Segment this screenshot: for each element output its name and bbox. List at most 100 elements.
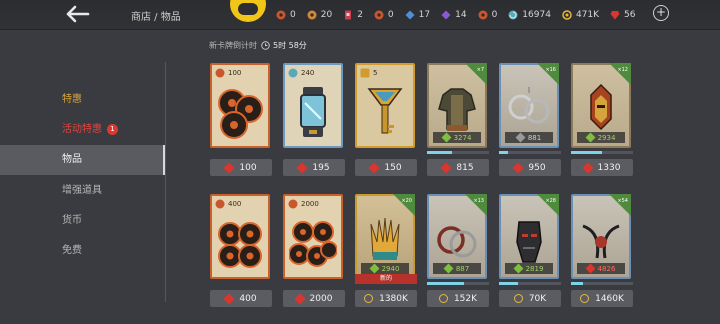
shop-item-card-chain-rings[interactable]: ×16 881 — [499, 63, 559, 148]
power-icon — [369, 263, 380, 274]
top-bar: 商店 / 物品 0 20 2 0 17 14 0 16974 471K 56 + — [0, 0, 720, 30]
currency-orb[interactable]: 16974 — [508, 10, 551, 20]
currency-value: 471K — [575, 10, 600, 20]
sidebar-item-label: 免费 — [62, 245, 82, 256]
power-value: 2819 — [525, 264, 544, 273]
shop-item-card-helmet[interactable]: ×12 2934 — [571, 63, 631, 148]
item-power: 4826 — [577, 263, 625, 274]
currency-value: 2 — [357, 10, 363, 20]
add-currency-button[interactable]: + — [653, 5, 669, 21]
token-stack-icon — [218, 222, 262, 268]
bronze-token-icon — [288, 199, 298, 209]
card-ticket-icon — [345, 10, 352, 20]
progress-fill — [427, 282, 465, 285]
price-label: 100 — [239, 162, 257, 173]
tag-count: ×13 — [473, 198, 484, 204]
currency-value: 56 — [624, 10, 636, 20]
sidebar-item-boosters[interactable]: 增强道具 — [0, 176, 165, 206]
currency-orange-token[interactable]: 0 — [478, 10, 497, 20]
currency-silver[interactable]: 20 — [307, 10, 332, 20]
timer-label: 新卡牌倒计时 — [209, 41, 257, 50]
item-power: 2819 — [505, 263, 553, 274]
sidebar-item-event-offers[interactable]: 活动特惠 1 — [0, 115, 165, 145]
shop-item-card-mask[interactable]: ×28 2819 — [499, 194, 559, 279]
shop-item-card-bronze-tokens-400[interactable]: 400 — [210, 194, 270, 279]
clock-icon — [261, 41, 270, 50]
coin-icon — [438, 294, 448, 303]
currency-bronze[interactable]: 0 — [276, 10, 296, 20]
buy-button[interactable]: 400 — [210, 290, 272, 307]
purple-shard-icon — [441, 10, 451, 20]
shop-item-card-energy-capsule[interactable]: 240 — [283, 63, 343, 148]
silver-token-icon — [307, 10, 317, 20]
sidebar-item-label: 货币 — [62, 215, 82, 226]
coin-icon — [513, 294, 523, 303]
item-quantity: 5 — [360, 68, 377, 78]
quantity-value: 400 — [228, 200, 242, 208]
sidebar-item-special-offers[interactable]: 特惠 — [0, 85, 165, 115]
buy-button[interactable]: 950 — [499, 159, 561, 176]
sidebar-divider — [165, 62, 166, 302]
coin-icon — [580, 294, 590, 303]
power-value: 3274 — [453, 133, 472, 142]
ruby-gem-icon — [368, 161, 381, 174]
item-quantity: 2000 — [288, 199, 319, 209]
buy-button[interactable]: 150 — [355, 159, 417, 176]
buy-button[interactable]: 100 — [210, 159, 272, 176]
currency-gold-token[interactable]: 0 — [374, 10, 394, 20]
buy-button[interactable]: 152K — [427, 290, 489, 307]
currency-card[interactable]: 2 — [343, 10, 363, 20]
quantity-value: 100 — [228, 69, 242, 77]
power-icon — [443, 263, 454, 274]
currency-blue-shard[interactable]: 17 — [405, 10, 430, 20]
buy-button[interactable]: 1330 — [571, 159, 633, 176]
shop-item-card-armor[interactable]: ×7 3274 — [427, 63, 487, 148]
currency-ruby[interactable]: 56 — [610, 10, 635, 20]
bronze-token-icon — [215, 68, 225, 78]
ruby-gem-icon — [440, 161, 453, 174]
back-arrow-icon[interactable] — [64, 4, 90, 24]
currency-coin[interactable]: 471K — [562, 10, 599, 20]
spiral-orb-icon — [508, 10, 518, 20]
buy-button[interactable]: 2000 — [283, 290, 345, 307]
tag-count: ×12 — [617, 67, 628, 73]
tag-count: ×16 — [545, 67, 556, 73]
buy-button[interactable]: 195 — [283, 159, 345, 176]
quantity-value: 2000 — [301, 200, 319, 208]
shop-item-card-chakram-rings[interactable]: ×13 887 — [427, 194, 487, 279]
shop-item-card-feather-crown[interactable]: ×20 2940 — [355, 194, 415, 279]
buy-button[interactable]: 1380K — [355, 290, 417, 307]
sidebar-item-label: 特惠 — [62, 94, 82, 105]
shop-item-card-bronze-tokens-2000[interactable]: 2000 — [283, 194, 343, 279]
currency-purple-shard[interactable]: 14 — [441, 10, 467, 20]
tag-count: ×28 — [545, 198, 556, 204]
power-icon — [513, 263, 524, 274]
sidebar-item-label: 增强道具 — [62, 185, 102, 196]
upgrade-progress-bar — [571, 151, 633, 154]
buy-button[interactable]: 815 — [427, 159, 489, 176]
price-label: 70K — [528, 293, 547, 304]
shop-item-card-claws[interactable]: ×54 4826 — [571, 194, 631, 279]
orange-token-icon — [478, 10, 488, 20]
power-icon — [585, 132, 596, 143]
upgrade-progress-bar — [571, 282, 633, 285]
shop-item-card-bronze-tokens[interactable]: 100 — [210, 63, 270, 148]
sidebar-item-free[interactable]: 免费 — [0, 236, 165, 266]
price-label: 1330 — [597, 162, 621, 173]
sidebar-item-items[interactable]: 物品 — [0, 145, 165, 175]
progress-fill — [499, 282, 518, 285]
price-label: 1460K — [595, 293, 624, 304]
buy-button[interactable]: 1460K — [571, 290, 633, 307]
shop-item-card-key[interactable]: 5 — [355, 63, 415, 148]
quantity-value: 5 — [373, 69, 378, 77]
buy-button[interactable]: 70K — [499, 290, 561, 307]
sidebar: 特惠 活动特惠 1 物品 增强道具 货币 免费 — [0, 30, 165, 324]
key-icon — [360, 68, 370, 78]
progress-fill — [427, 151, 452, 154]
sidebar-item-currency[interactable]: 货币 — [0, 206, 165, 236]
bronze-token-icon — [276, 10, 286, 20]
game-logo-icon — [230, 0, 266, 22]
item-quantity: 240 — [288, 68, 314, 78]
tag-count: ×7 — [477, 67, 484, 73]
currency-bar: 0 20 2 0 17 14 0 16974 471K 56 — [276, 7, 646, 23]
